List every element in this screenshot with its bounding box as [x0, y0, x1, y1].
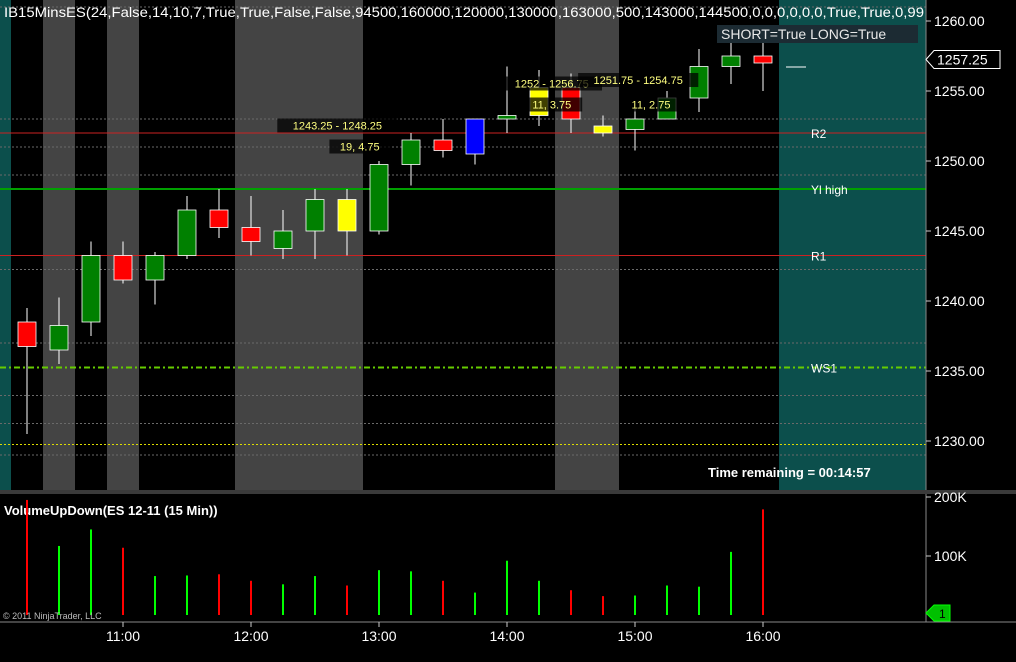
last-price-tag: 1257.25	[925, 50, 1001, 69]
candle-body-23	[753, 55, 773, 64]
price-tick-label-6: 1260.00	[934, 13, 985, 29]
copyright: © 2011 NinjaTrader, LLC	[3, 611, 102, 621]
annotation-label-2: 1252 - 1256.75	[515, 79, 589, 91]
indicator-title: IB15MinsES(24,False,14,10,7,True,True,Fa…	[4, 5, 924, 20]
annotation-label-4: 1251.75 - 1254.75	[594, 75, 683, 87]
left-edge-strip	[0, 0, 11, 490]
time-tick-label-2: 13:00	[361, 628, 396, 644]
chart-canvas[interactable]: R2 Yl high R1 WS1 1243.25 - 1248.25 19, 4.75…	[0, 0, 1016, 657]
last-price-label: 1257.25	[937, 52, 988, 68]
price-tick-label-4: 1250.00	[934, 153, 985, 169]
candle-body-1	[49, 325, 69, 351]
time-remaining: Time remaining = 00:14:57	[708, 465, 871, 480]
panel-separator	[0, 490, 1016, 494]
annotation-label-3: 11, 3.75	[532, 100, 571, 112]
candle-body-8	[273, 230, 293, 249]
candle-body-22	[721, 55, 741, 67]
level-label-0: R2	[811, 127, 827, 141]
volume-last-tag: 1	[925, 604, 951, 622]
candle-body-6	[209, 209, 229, 228]
candle-body-5	[177, 209, 197, 256]
time-tick-label-3: 14:00	[489, 628, 524, 644]
future-area	[779, 0, 926, 490]
candle-body-19	[625, 118, 645, 130]
status-label: SHORT=True LONG=True	[721, 26, 886, 42]
price-tick-label-0: 1230.00	[934, 433, 985, 449]
session-shade-2	[235, 0, 363, 490]
session-shade-0	[43, 0, 75, 490]
candle-body-3	[113, 255, 133, 281]
level-label-2: R1	[811, 250, 827, 264]
candle-body-4	[145, 255, 165, 281]
price-tick-label-3: 1245.00	[934, 223, 985, 239]
volume-panel-title: VolumeUpDown(ES 12-11 (15 Min))	[4, 503, 218, 518]
candle-body-13	[433, 139, 453, 151]
chart-window: R2 Yl high R1 WS1 1243.25 - 1248.25 19, 4.75…	[0, 0, 1016, 657]
level-label-3: WS1	[811, 362, 837, 376]
candle-body-2	[81, 255, 101, 323]
volume-tick-label-1: 200K	[934, 489, 967, 505]
candle-body-14	[465, 118, 485, 155]
volume-last-shape	[925, 604, 951, 622]
candle-body-0	[17, 321, 37, 347]
price-tick-label-5: 1255.00	[934, 83, 985, 99]
annotation-label-1: 19, 4.75	[340, 142, 380, 154]
candle-body-15	[497, 115, 517, 120]
price-tick-label-1: 1235.00	[934, 363, 985, 379]
candle-body-18	[593, 125, 613, 134]
volume-axis[interactable]: 100K 200K	[926, 489, 967, 564]
volume-last-label: 1	[939, 607, 946, 621]
volume-tick-label-0: 100K	[934, 548, 967, 564]
candle-body-11	[369, 164, 389, 232]
time-tick-label-1: 12:00	[233, 628, 268, 644]
time-tick-label-4: 15:00	[617, 628, 652, 644]
candle-body-10	[337, 199, 357, 232]
time-tick-label-5: 16:00	[745, 628, 780, 644]
price-axis[interactable]: 1230.00 1235.00 1240.00 1245.00 1250.00 1255.…	[926, 13, 985, 449]
time-tick-label-0: 11:00	[106, 628, 140, 644]
candle-body-9	[305, 199, 325, 232]
price-tick-label-2: 1240.00	[934, 293, 985, 309]
candle-body-12	[401, 139, 421, 165]
time-axis[interactable]: 11:00 12:00 13:00 14:00 15:00 16:00	[106, 622, 781, 644]
level-label-1: Yl high	[811, 183, 848, 197]
annotation-label-5: 11, 2.75	[632, 100, 671, 112]
candle-body-7	[241, 227, 261, 242]
annotation-label-0: 1243.25 - 1248.25	[293, 121, 382, 133]
